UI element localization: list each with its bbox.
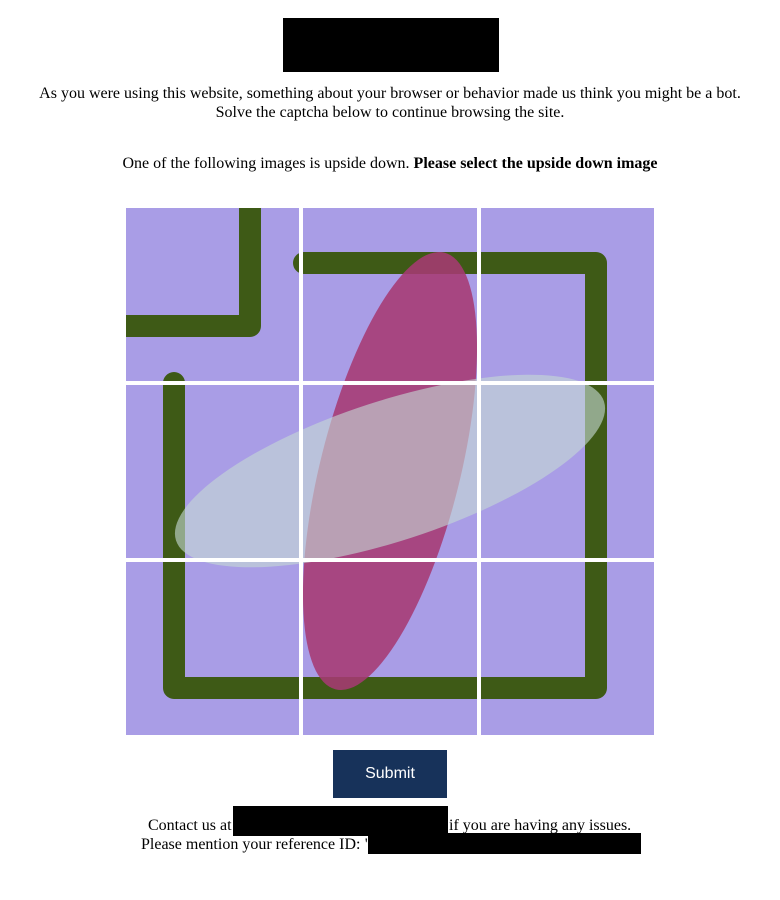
captcha-tile-7[interactable] (126, 562, 299, 735)
instruction-emphasis: Please select the upside down image (413, 155, 658, 172)
captcha-instruction: One of the following images is upside do… (0, 154, 780, 173)
intro-text: As you were using this website, somethin… (0, 84, 780, 122)
reference-prefix: Please mention your reference ID: " (141, 836, 371, 853)
captcha-grid (126, 208, 654, 735)
contact-prefix: Contact us at (148, 817, 232, 834)
captcha-tile-5[interactable] (303, 385, 477, 558)
intro-line-1: As you were using this website, somethin… (39, 85, 741, 102)
captcha-tile-9[interactable] (481, 562, 654, 735)
captcha-tile-3[interactable] (481, 208, 654, 381)
captcha-tile-8[interactable] (303, 562, 477, 735)
captcha-tile-1[interactable] (126, 208, 299, 381)
submit-button[interactable]: Submit (333, 750, 447, 798)
redacted-contact-link[interactable] (233, 806, 448, 836)
intro-line-2: Solve the captcha below to continue brow… (215, 104, 565, 121)
captcha-tile-2[interactable] (303, 208, 477, 381)
redacted-reference-id (368, 833, 641, 854)
instruction-text: One of the following images is upside do… (122, 155, 410, 172)
redacted-logo (283, 18, 499, 72)
captcha-tile-4[interactable] (126, 385, 299, 558)
captcha-tile-6[interactable] (481, 385, 654, 558)
